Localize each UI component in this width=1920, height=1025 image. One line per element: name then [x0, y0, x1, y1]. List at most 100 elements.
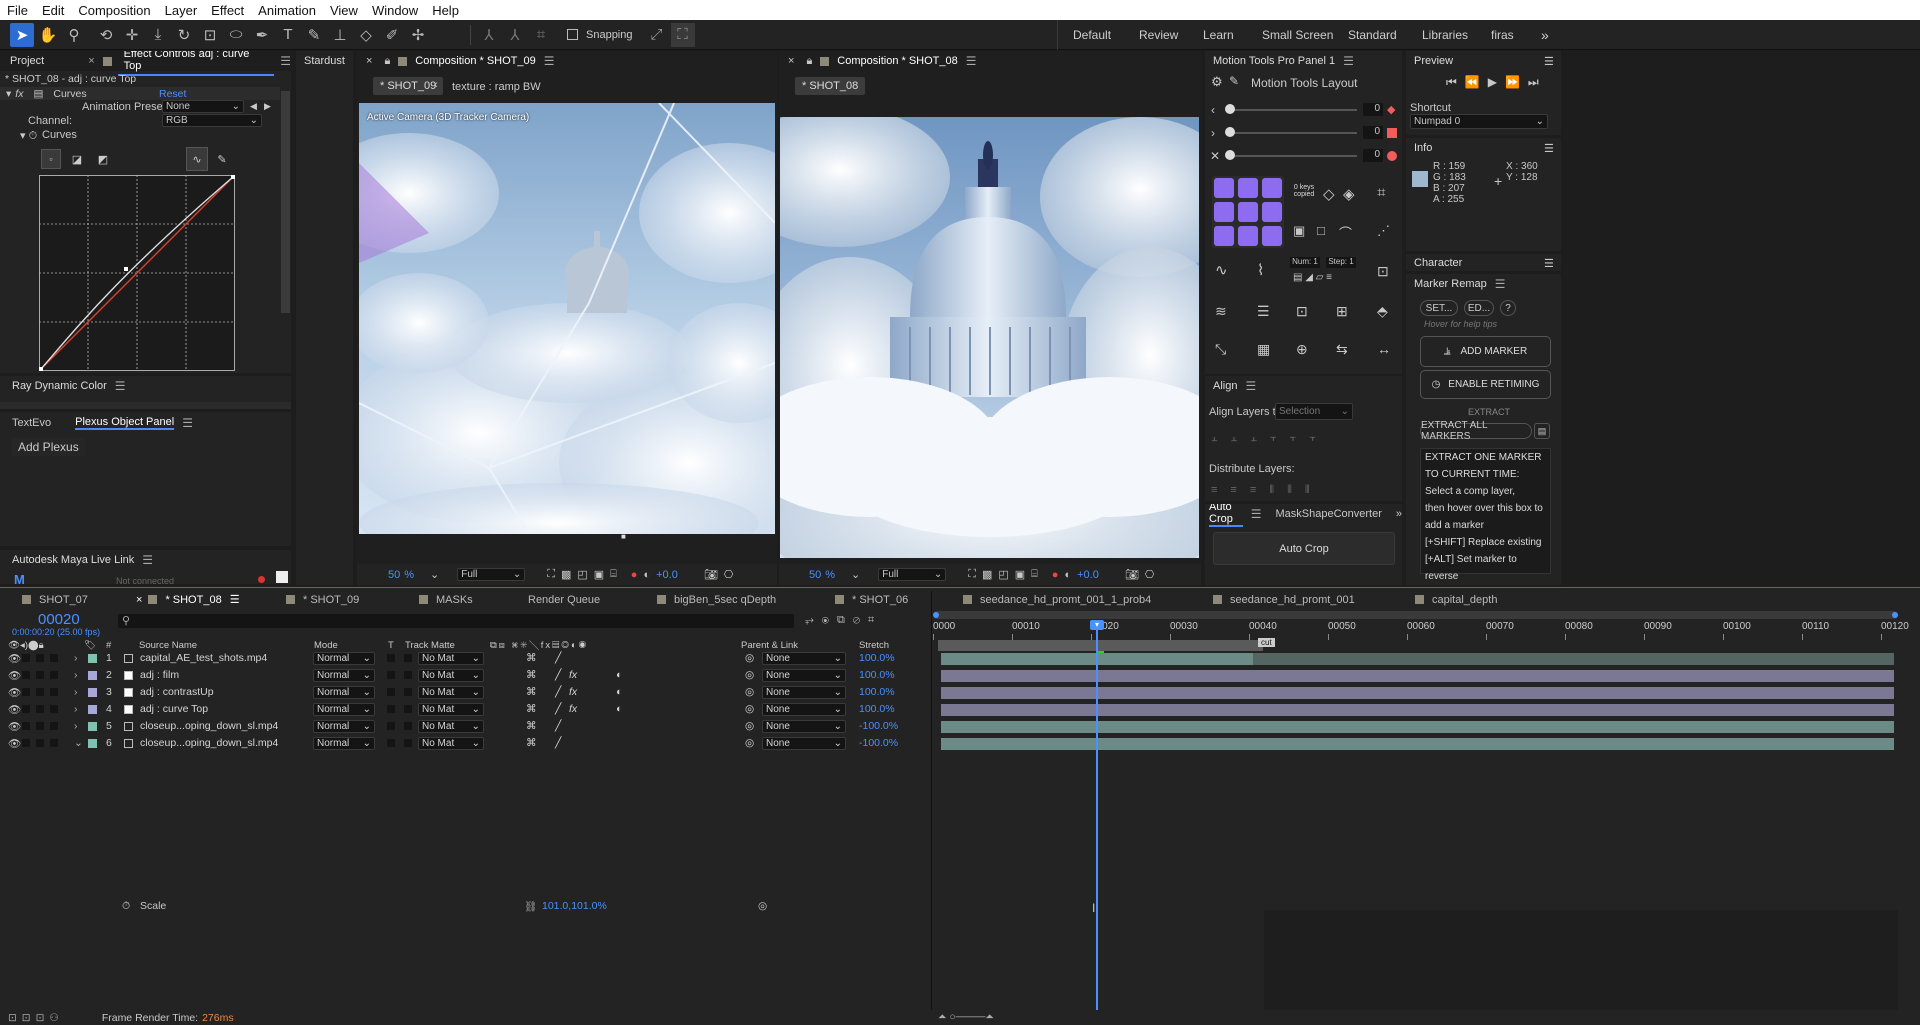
selection-tool-icon[interactable]: ➤ — [10, 22, 34, 47]
quality-switch-icon[interactable]: ╱ — [555, 652, 561, 664]
fx-icon[interactable]: fx — [15, 88, 23, 100]
shy-switch-icon[interactable]: ⌘ — [526, 737, 537, 749]
diamond-key-icon[interactable]: ◆ — [1387, 103, 1395, 116]
lock-icon[interactable]: 🔒︎ — [384, 55, 390, 68]
curves-expand-icon[interactable]: ▾ ⏱ — [20, 129, 37, 143]
eraser-tool-icon[interactable]: ◇ — [354, 23, 378, 47]
eye-icon[interactable]: 👁︎ — [8, 686, 21, 699]
anchor-right-icon[interactable] — [1262, 202, 1282, 222]
label-swatch[interactable] — [88, 739, 97, 748]
slider-value[interactable]: 0 — [1363, 126, 1383, 139]
expand-layer-icon[interactable]: › — [74, 652, 78, 664]
workspace-learn[interactable]: Learn — [1203, 28, 1234, 42]
workspace-default[interactable]: Default — [1073, 28, 1111, 42]
axis-local-icon[interactable]: ⅄ — [477, 23, 501, 47]
layer-row[interactable]: 👁︎ › 1 capital_AE_test_shots.mp4 Normal ⌄ No M… — [0, 651, 930, 665]
playhead-handle-icon[interactable]: ▾ — [1090, 620, 1104, 630]
wiggle-icon[interactable]: ∿ — [1215, 261, 1228, 279]
reset-link[interactable]: Reset — [159, 88, 186, 100]
reset-exposure-icon[interactable]: ◐ — [1064, 569, 1071, 581]
3d-view-icon[interactable]: ⌸ — [610, 568, 617, 581]
pickwhip-icon[interactable]: ◎ — [758, 900, 767, 912]
solo-toggle[interactable] — [36, 739, 44, 747]
step-field[interactable]: Step: 1 — [1326, 257, 1356, 268]
workspace-firas[interactable]: firas — [1491, 28, 1514, 42]
stretch-value[interactable]: 100.0% — [859, 703, 895, 715]
timeline-tab-shot07[interactable]: SHOT_07 — [22, 591, 88, 608]
panel-menu-icon[interactable]: ☰ — [115, 379, 126, 393]
scale-value[interactable]: 101.0,101.0% — [542, 900, 607, 912]
auto-crop-button[interactable]: Auto Crop — [1213, 532, 1395, 565]
audio-toggle[interactable] — [22, 705, 30, 713]
anchor-top-left-icon[interactable] — [1214, 178, 1234, 198]
zoom-value[interactable]: 50 — [809, 569, 821, 581]
set-button[interactable]: SET... — [1420, 300, 1458, 316]
edit-button[interactable]: ED... — [1464, 300, 1494, 316]
layer-duration-bar[interactable] — [941, 704, 1894, 716]
stretch-value[interactable]: 100.0% — [859, 686, 895, 698]
viewport-shot09[interactable]: Active Camera (3D Tracker Camera) — [359, 103, 775, 534]
layer-name[interactable]: adj : film — [140, 669, 179, 681]
track-matte-dropdown[interactable]: No Mat ⌄ — [418, 652, 484, 665]
matte-link-icon[interactable] — [404, 688, 412, 696]
stretch-value[interactable]: 100.0% — [859, 652, 895, 664]
eye-icon[interactable]: 👁︎ — [8, 652, 21, 665]
panel-menu-icon[interactable]: ☰ — [1544, 55, 1554, 68]
snap-features-icon[interactable]: ⛶ — [670, 22, 695, 47]
layer-row[interactable]: 👁︎ › 3 adj : contrastUp Normal ⌄ No Mat ⌄ ⌘ ╱ fx ◐ ◎… — [0, 685, 930, 699]
shy-switch-icon[interactable]: ⌘ — [526, 703, 537, 715]
menu-view[interactable]: View — [323, 3, 365, 18]
work-area-range[interactable] — [938, 640, 1263, 651]
brush-tool-icon[interactable]: ✎ — [302, 23, 326, 47]
more-workspaces-icon[interactable]: » — [1541, 27, 1549, 43]
pickwhip-icon[interactable]: ◎ — [745, 703, 754, 715]
sequence-layers-icon[interactable]: ▤ ◢ ▱ ≡ — [1293, 272, 1332, 283]
mode-dropdown[interactable]: Normal ⌄ — [313, 669, 375, 682]
resolution-dropdown[interactable]: Full ⌄ — [878, 568, 947, 581]
add-plexus-button[interactable]: Add Plexus — [12, 438, 85, 456]
quality-switch-icon[interactable]: ╱ — [555, 703, 561, 715]
paste-keys-icon[interactable]: ◈ — [1343, 185, 1355, 203]
layer-duration-bar[interactable] — [941, 670, 1894, 682]
zoom-out-icon[interactable]: ⏶ ○────⏶ — [938, 1011, 994, 1024]
panel-menu-icon[interactable]: ☰ — [966, 54, 977, 68]
mask-visibility-icon[interactable]: ◰ — [998, 568, 1008, 581]
comp-tab-title[interactable]: Composition * SHOT_08 — [837, 55, 957, 67]
chevron-right-icon[interactable]: › — [1211, 126, 1215, 140]
layer-duration-bar[interactable] — [941, 721, 1894, 733]
transparency-grid-icon[interactable]: ▩ — [982, 568, 992, 581]
curves-graph[interactable] — [39, 175, 235, 371]
parent-dropdown[interactable]: None ⌄ — [762, 686, 846, 699]
quality-switch-icon[interactable]: ╱ — [555, 669, 561, 681]
timeline-tab-render-queue[interactable]: Render Queue — [528, 591, 600, 608]
export-icon[interactable]: ⊡ — [1377, 263, 1389, 280]
quality-switch-icon[interactable]: ╱ — [555, 737, 561, 749]
layer-row[interactable]: 👁︎ ⌄ 6 closeup...oping_down_sl.mp4 Normal ⌄ No… — [0, 736, 930, 750]
bounce-icon[interactable]: ⌇ — [1257, 261, 1264, 279]
orbit-camera-icon[interactable]: ⟲ — [94, 23, 118, 47]
mask-visibility-icon[interactable]: ◰ — [577, 568, 587, 581]
timeline-tab-shot06[interactable]: * SHOT_06 — [835, 591, 908, 608]
region-interest-icon[interactable]: ⛶ — [968, 568, 976, 581]
3d-view-icon[interactable]: ⌸ — [1031, 568, 1038, 581]
edit-layout-icon[interactable]: ✎ — [1229, 74, 1239, 88]
mode-dropdown[interactable]: Normal ⌄ — [313, 720, 375, 733]
zoom-dropdown-icon[interactable]: ⌄ — [851, 568, 860, 581]
next-preset-icon[interactable]: ▶ — [264, 101, 271, 112]
exposure-value[interactable]: +0.0 — [656, 569, 678, 581]
chevron-left-icon[interactable]: ‹ — [1211, 103, 1215, 117]
parent-dropdown[interactable]: None ⌄ — [762, 703, 846, 716]
scrollbar[interactable] — [281, 91, 290, 313]
close-tab-icon[interactable]: × — [366, 55, 372, 67]
crop-icon[interactable]: ⌗ — [1377, 184, 1385, 201]
parent-dropdown[interactable]: None ⌄ — [762, 720, 846, 733]
maya-scroll-button[interactable] — [276, 571, 288, 583]
workspace-standard[interactable]: Standard — [1348, 28, 1397, 42]
layer-search-input[interactable]: ⚲ — [118, 614, 794, 628]
pan-camera-icon[interactable]: ✛ — [120, 23, 144, 47]
align-to-dropdown[interactable]: Selection ⌄ — [1275, 403, 1353, 420]
clone-stamp-icon[interactable]: ⊥ — [328, 23, 352, 47]
layer-row[interactable]: 👁︎ › 4 adj : curve Top Normal ⌄ No Mat ⌄ ⌘ ╱ fx ◐ ◎ N… — [0, 702, 930, 716]
shy-switch-icon[interactable]: ⌘ — [526, 686, 537, 698]
tab-plexus-object[interactable]: Plexus Object Panel — [75, 416, 175, 430]
